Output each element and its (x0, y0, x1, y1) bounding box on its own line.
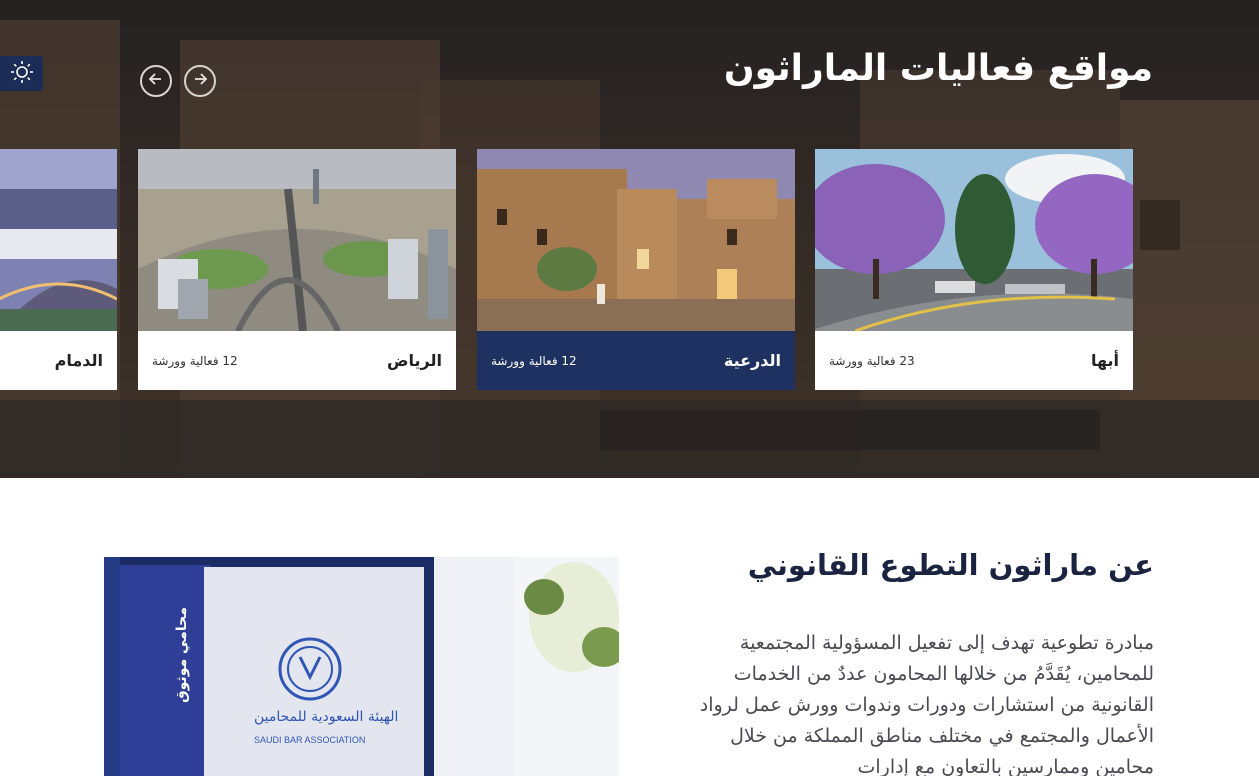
bar-association-logo-en: SAUDI BAR ASSOCIATION (254, 735, 366, 745)
location-photo (0, 149, 117, 331)
carousel-prev-button[interactable] (140, 65, 172, 97)
location-name: الدمام (54, 351, 103, 370)
location-photo (138, 149, 456, 331)
location-name: أبها (1090, 351, 1119, 370)
location-card-dammam[interactable]: الدمام (0, 149, 117, 390)
location-card-footer: أبها 23 فعالية وورشة (815, 331, 1133, 390)
location-card-footer: الرياض 12 فعالية وورشة (138, 331, 456, 390)
carousel-next-button[interactable] (184, 65, 216, 97)
location-name: الدرعية (723, 351, 781, 370)
location-card-riyadh[interactable]: الرياض 12 فعالية وورشة (138, 149, 456, 390)
arrow-right-icon (192, 71, 208, 91)
location-card-abha[interactable]: أبها 23 فعالية وورشة (815, 149, 1133, 390)
location-card-diriyah[interactable]: الدرعية 12 فعالية وورشة (477, 149, 795, 390)
events-count: 12 فعالية وورشة (491, 353, 577, 368)
arrow-left-icon (148, 71, 164, 91)
about-title: عن ماراثون التطوع القانوني (747, 548, 1154, 582)
events-count: 23 فعالية وورشة (829, 353, 915, 368)
theme-toggle-button[interactable] (0, 56, 43, 91)
events-count: 12 فعالية وورشة (152, 353, 238, 368)
location-card-footer: الدمام (0, 331, 117, 390)
bar-association-logo: الهيئة السعودية للمحامين (254, 709, 399, 725)
about-description: مبادرة تطوعية تهدف إلى تفعيل المسؤولية ا… (699, 632, 1154, 776)
location-photo (815, 149, 1133, 331)
about-photo: الهيئة السعودية للمحامين SAUDI BAR ASSOC… (104, 557, 619, 776)
locations-hero: مواقع فعاليات الماراثون أبها 23 فعالية و… (0, 0, 1259, 478)
sun-icon (10, 60, 34, 88)
location-name: الرياض (387, 351, 442, 370)
trusted-lawyer-badge: محامي موثوق (173, 607, 190, 703)
section-title: مواقع فعاليات الماراثون (723, 48, 1153, 89)
location-photo (477, 149, 795, 331)
location-card-footer: الدرعية 12 فعالية وورشة (477, 331, 795, 390)
